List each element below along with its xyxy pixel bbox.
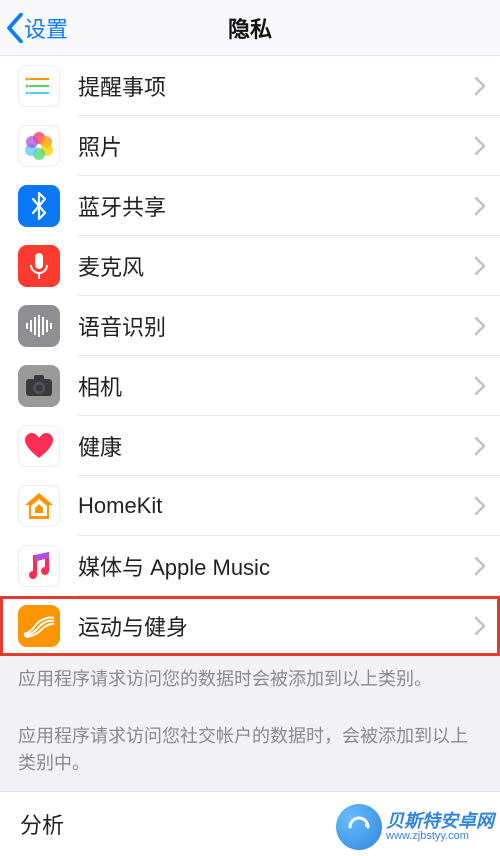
row-label: 媒体与 Apple Music bbox=[78, 550, 474, 582]
chevron-right-icon bbox=[474, 496, 486, 516]
row-reminders[interactable]: 提醒事项 bbox=[0, 56, 500, 116]
watermark-logo-icon bbox=[336, 804, 382, 850]
page-title: 隐私 bbox=[0, 12, 500, 44]
footer-note-1: 应用程序请求访问您的数据时会被添加到以上类别。 bbox=[0, 656, 500, 707]
nav-bar: 设置 隐私 bbox=[0, 0, 500, 56]
row-label: 运动与健身 bbox=[78, 610, 474, 642]
row-homekit[interactable]: HomeKit bbox=[0, 476, 500, 536]
chevron-right-icon bbox=[474, 556, 486, 576]
row-bluetooth[interactable]: 蓝牙共享 bbox=[0, 176, 500, 236]
chevron-right-icon bbox=[474, 76, 486, 96]
bluetooth-icon bbox=[18, 185, 60, 227]
chevron-right-icon bbox=[474, 316, 486, 336]
chevron-left-icon bbox=[6, 13, 24, 43]
row-label: 健康 bbox=[78, 430, 474, 462]
row-photos[interactable]: 照片 bbox=[0, 116, 500, 176]
speech-recognition-icon bbox=[18, 305, 60, 347]
privacy-list: 提醒事项 照片 蓝牙共享 bbox=[0, 56, 500, 656]
chevron-right-icon bbox=[474, 616, 486, 636]
row-health[interactable]: 健康 bbox=[0, 416, 500, 476]
apple-music-icon bbox=[18, 545, 60, 587]
row-speech[interactable]: 语音识别 bbox=[0, 296, 500, 356]
footer-note-2: 应用程序请求访问您社交帐户的数据时，会被添加到以上类别中。 bbox=[0, 707, 500, 791]
row-label: 蓝牙共享 bbox=[78, 190, 474, 222]
row-label: HomeKit bbox=[78, 493, 474, 519]
row-motion-fitness[interactable]: 运动与健身 bbox=[0, 596, 500, 656]
chevron-right-icon bbox=[474, 436, 486, 456]
row-music[interactable]: 媒体与 Apple Music bbox=[0, 536, 500, 596]
camera-icon bbox=[18, 365, 60, 407]
motion-fitness-icon bbox=[18, 605, 60, 647]
watermark-url: www.zjbstyy.com bbox=[386, 830, 494, 842]
row-label: 照片 bbox=[78, 130, 474, 162]
row-label: 相机 bbox=[78, 370, 474, 402]
row-label: 语音识别 bbox=[78, 310, 474, 342]
watermark: 贝斯特安卓网 www.zjbstyy.com bbox=[336, 804, 494, 850]
chevron-right-icon bbox=[474, 256, 486, 276]
privacy-settings-screen: { "nav": { "back_label": "设置", "title": … bbox=[0, 0, 500, 856]
homekit-icon bbox=[18, 485, 60, 527]
photos-icon bbox=[18, 125, 60, 167]
chevron-right-icon bbox=[474, 196, 486, 216]
back-button[interactable]: 设置 bbox=[0, 12, 68, 44]
chevron-right-icon bbox=[474, 376, 486, 396]
watermark-text: 贝斯特安卓网 bbox=[386, 812, 494, 830]
health-icon bbox=[18, 425, 60, 467]
back-label: 设置 bbox=[24, 12, 68, 44]
row-microphone[interactable]: 麦克风 bbox=[0, 236, 500, 296]
microphone-icon bbox=[18, 245, 60, 287]
chevron-right-icon bbox=[474, 136, 486, 156]
row-camera[interactable]: 相机 bbox=[0, 356, 500, 416]
row-label: 麦克风 bbox=[78, 250, 474, 282]
row-label: 提醒事项 bbox=[78, 70, 474, 102]
reminders-icon bbox=[18, 65, 60, 107]
